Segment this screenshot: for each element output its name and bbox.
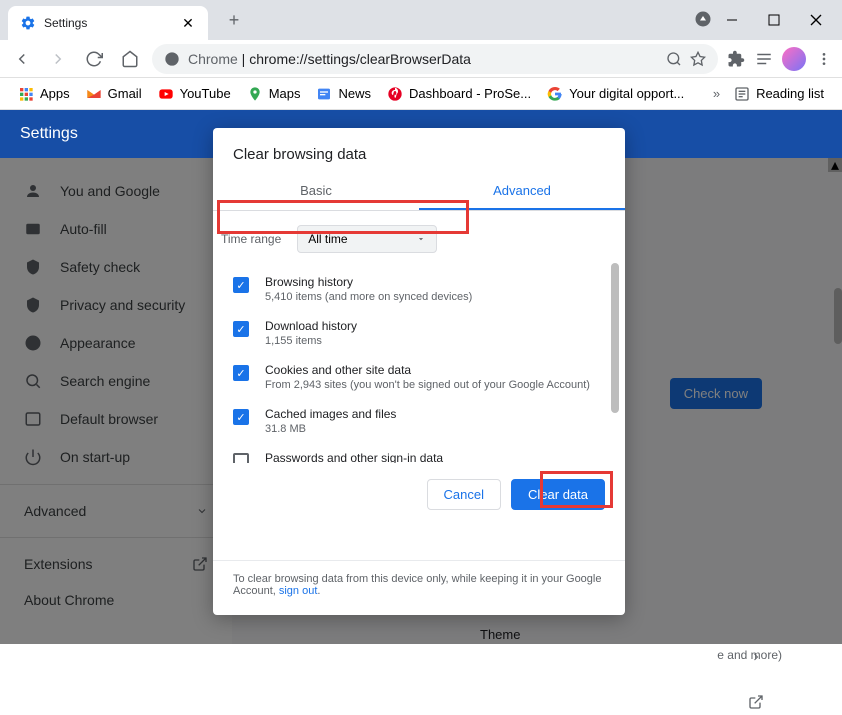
clear-data-button[interactable]: Clear data: [511, 479, 605, 510]
close-window-button[interactable]: [804, 8, 828, 32]
check-cookies: ✓ Cookies and other site dataFrom 2,943 …: [233, 355, 601, 399]
youtube-icon: [158, 86, 174, 102]
bookmarks-bar: Apps Gmail YouTube Maps News Dashboard -…: [0, 78, 842, 110]
external-link-icon[interactable]: [748, 694, 764, 715]
extensions-icon[interactable]: [726, 49, 746, 69]
sign-out-link[interactable]: sign out: [279, 585, 318, 597]
dropdown-icon: [416, 234, 426, 244]
dialog-scrollbar[interactable]: [611, 263, 619, 413]
check-browsing-history: ✓ Browsing history5,410 items (and more …: [233, 267, 601, 311]
checkbox-cookies[interactable]: ✓: [233, 365, 249, 381]
checkbox-browsing[interactable]: ✓: [233, 277, 249, 293]
close-tab-icon[interactable]: ✕: [180, 15, 196, 31]
menu-icon[interactable]: [814, 49, 834, 69]
check-download-history: ✓ Download history1,155 items: [233, 311, 601, 355]
checkbox-cache[interactable]: ✓: [233, 409, 249, 425]
new-tab-button[interactable]: +: [220, 6, 248, 34]
reload-button[interactable]: [80, 45, 108, 73]
pinterest-icon: [387, 86, 403, 102]
check-cache: ✓ Cached images and files31.8 MB: [233, 399, 601, 443]
zoom-icon[interactable]: [666, 51, 682, 67]
back-button[interactable]: [8, 45, 36, 73]
maximize-button[interactable]: [762, 8, 786, 32]
time-range-label: Time range: [221, 232, 281, 246]
settings-gear-icon: [20, 15, 36, 31]
chrome-icon: [164, 51, 180, 67]
settings-title: Settings: [20, 125, 78, 143]
url-text: Chrome | chrome://settings/clearBrowserD…: [188, 51, 471, 67]
time-range-select[interactable]: All time: [297, 225, 437, 253]
check-passwords: Passwords and other sign-in data157 pass…: [233, 443, 601, 463]
tab-title: Settings: [44, 16, 180, 30]
minimize-button[interactable]: [720, 8, 744, 32]
browser-toolbar: Chrome | chrome://settings/clearBrowserD…: [0, 40, 842, 78]
tab-advanced[interactable]: Advanced: [419, 173, 625, 210]
maps-bookmark[interactable]: Maps: [241, 82, 307, 106]
browser-tab[interactable]: Settings ✕: [8, 6, 208, 40]
dialog-footer: To clear browsing data from this device …: [213, 560, 625, 603]
list-icon: [734, 86, 750, 102]
news-bookmark[interactable]: News: [310, 82, 377, 106]
checkbox-passwords[interactable]: [233, 453, 249, 463]
star-icon[interactable]: [690, 51, 706, 67]
reading-list-icon[interactable]: [754, 49, 774, 69]
clear-browsing-data-dialog: Clear browsing data Basic Advanced Time …: [213, 128, 625, 615]
window-titlebar: Settings ✕ +: [0, 0, 842, 40]
home-button[interactable]: [116, 45, 144, 73]
google-icon: [547, 86, 563, 102]
time-range-row: Time range All time: [213, 211, 625, 263]
maps-icon: [247, 86, 263, 102]
youtube-bookmark[interactable]: YouTube: [152, 82, 237, 106]
cancel-button[interactable]: Cancel: [427, 479, 501, 510]
gmail-bookmark[interactable]: Gmail: [80, 82, 148, 106]
dialog-tabs: Basic Advanced: [213, 173, 625, 211]
chevron-right-icon[interactable]: [750, 650, 762, 668]
tab-basic[interactable]: Basic: [213, 173, 419, 210]
checklist: ✓ Browsing history5,410 items (and more …: [213, 263, 625, 463]
reading-list-button[interactable]: Reading list: [728, 82, 830, 106]
apps-icon: [18, 86, 34, 102]
address-bar[interactable]: Chrome | chrome://settings/clearBrowserD…: [152, 44, 718, 74]
forward-button[interactable]: [44, 45, 72, 73]
dialog-title: Clear browsing data: [213, 128, 625, 173]
profile-avatar[interactable]: [782, 47, 806, 71]
apps-bookmark[interactable]: Apps: [12, 82, 76, 106]
checkbox-download[interactable]: ✓: [233, 321, 249, 337]
pinterest-bookmark[interactable]: Dashboard - ProSe...: [381, 82, 537, 106]
google-bookmark[interactable]: Your digital opport...: [541, 82, 690, 106]
news-icon: [316, 86, 332, 102]
gmail-icon: [86, 86, 102, 102]
bookmarks-overflow-icon[interactable]: »: [713, 86, 720, 101]
